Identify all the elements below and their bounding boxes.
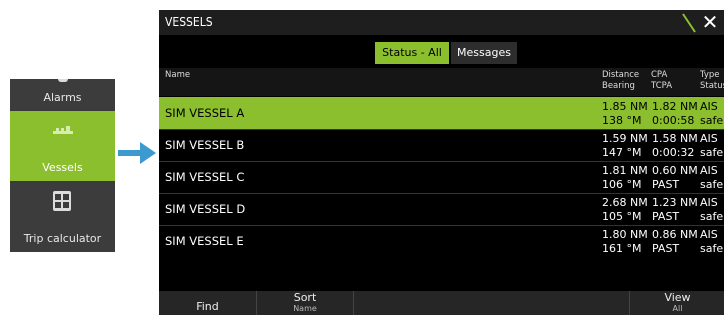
vessel-type: AIS xyxy=(700,228,718,241)
vessel-bearing: 147 °M xyxy=(602,146,642,159)
table-row[interactable]: SIM VESSEL B 1.59 NM 147 °M 1.58 NM 0:00… xyxy=(159,129,724,161)
slash-icon xyxy=(682,13,696,33)
vessel-cpa: 1.23 NM xyxy=(652,196,698,209)
menu-item-trip-calculator[interactable]: Trip calculator xyxy=(10,183,115,252)
vessel-bearing: 105 °M xyxy=(602,210,642,223)
tab-messages[interactable]: Messages xyxy=(451,42,517,64)
vessel-bearing: 138 °M xyxy=(602,114,642,127)
vessel-distance: 1.85 NM xyxy=(602,100,648,113)
table-row[interactable]: SIM VESSEL E 1.80 NM 161 °M 0.86 NM PAST… xyxy=(159,225,724,257)
vessel-status: safe xyxy=(700,242,724,255)
vessel-name: SIM VESSEL A xyxy=(165,106,245,120)
vessel-type: AIS xyxy=(700,132,718,145)
vessel-name: SIM VESSEL C xyxy=(165,170,245,184)
menu-item-alarms[interactable]: Alarms xyxy=(10,79,115,109)
sort-button-value: Name xyxy=(293,304,317,313)
vessels-window: VESSELS ✕ Status - All Messages Name Dis… xyxy=(159,10,724,315)
find-button[interactable]: Find xyxy=(159,291,257,315)
header-name: Name xyxy=(165,70,191,80)
find-button-label: Find xyxy=(196,300,219,313)
menu-item-label: Trip calculator xyxy=(23,232,102,245)
table-row[interactable]: SIM VESSEL C 1.81 NM 106 °M 0.60 NM PAST… xyxy=(159,161,724,193)
side-menu: Alarms Vessels Trip calculator xyxy=(10,79,115,252)
vessel-status: safe xyxy=(700,210,724,223)
sort-button-label: Sort xyxy=(293,291,317,304)
vessel-status: safe xyxy=(700,178,724,191)
bell-icon xyxy=(58,79,68,82)
vessel-distance: 2.68 NM xyxy=(602,196,648,209)
vessel-name: SIM VESSEL E xyxy=(165,234,244,248)
vessel-distance: 1.59 NM xyxy=(602,132,648,145)
vessel-tcpa: PAST xyxy=(652,210,680,223)
header-bearing: Bearing xyxy=(602,81,635,91)
calculator-icon xyxy=(53,191,71,211)
vessel-bearing: 106 °M xyxy=(602,178,642,191)
arrow-right-icon xyxy=(118,142,156,164)
header-status: Status xyxy=(700,81,724,91)
vessel-tcpa: PAST xyxy=(652,178,680,191)
vessel-tcpa: PAST xyxy=(652,242,680,255)
view-button[interactable]: View All xyxy=(629,291,724,315)
vessel-tcpa: 0:00:58 xyxy=(652,114,695,127)
vessel-distance: 1.81 NM xyxy=(602,164,648,177)
vessel-type: AIS xyxy=(700,164,718,177)
bottom-toolbar: Find Sort Name View All xyxy=(159,291,724,315)
header-cpa: CPA xyxy=(651,70,668,80)
close-icon[interactable]: ✕ xyxy=(699,11,721,33)
menu-item-label: Alarms xyxy=(43,91,82,104)
vessel-cpa: 0.60 NM xyxy=(652,164,698,177)
vessel-type: AIS xyxy=(700,100,718,113)
table-row[interactable]: SIM VESSEL A 1.85 NM 138 °M 1.82 NM 0:00… xyxy=(159,97,724,129)
vessel-status: safe xyxy=(700,114,724,127)
header-distance: Distance xyxy=(602,70,640,80)
tab-status-all[interactable]: Status - All xyxy=(375,42,449,64)
sort-button[interactable]: Sort Name xyxy=(257,291,354,315)
vessel-name: SIM VESSEL B xyxy=(165,138,245,152)
vessels-icon xyxy=(53,126,73,134)
vessel-distance: 1.80 NM xyxy=(602,228,648,241)
vessel-cpa: 0.86 NM xyxy=(652,228,698,241)
header-tcpa: TCPA xyxy=(651,81,673,91)
view-button-label: View xyxy=(664,291,691,304)
vessel-cpa: 1.82 NM xyxy=(652,100,698,113)
vessel-status: safe xyxy=(700,146,724,159)
title-bar: VESSELS ✕ xyxy=(159,10,724,35)
table-row[interactable]: SIM VESSEL D 2.68 NM 105 °M 1.23 NM PAST… xyxy=(159,193,724,225)
header-type: Type xyxy=(700,70,720,80)
vessel-bearing: 161 °M xyxy=(602,242,642,255)
vessel-name: SIM VESSEL D xyxy=(165,202,246,216)
menu-item-vessels[interactable]: Vessels xyxy=(10,111,115,181)
vessel-tcpa: 0:00:32 xyxy=(652,146,695,159)
vessel-cpa: 1.58 NM xyxy=(652,132,698,145)
view-button-value: All xyxy=(672,304,683,313)
window-title: VESSELS xyxy=(165,15,213,29)
menu-item-label: Vessels xyxy=(42,161,83,174)
table-header: Name Distance Bearing CPA TCPA Type Stat… xyxy=(159,68,724,96)
vessel-type: AIS xyxy=(700,196,718,209)
